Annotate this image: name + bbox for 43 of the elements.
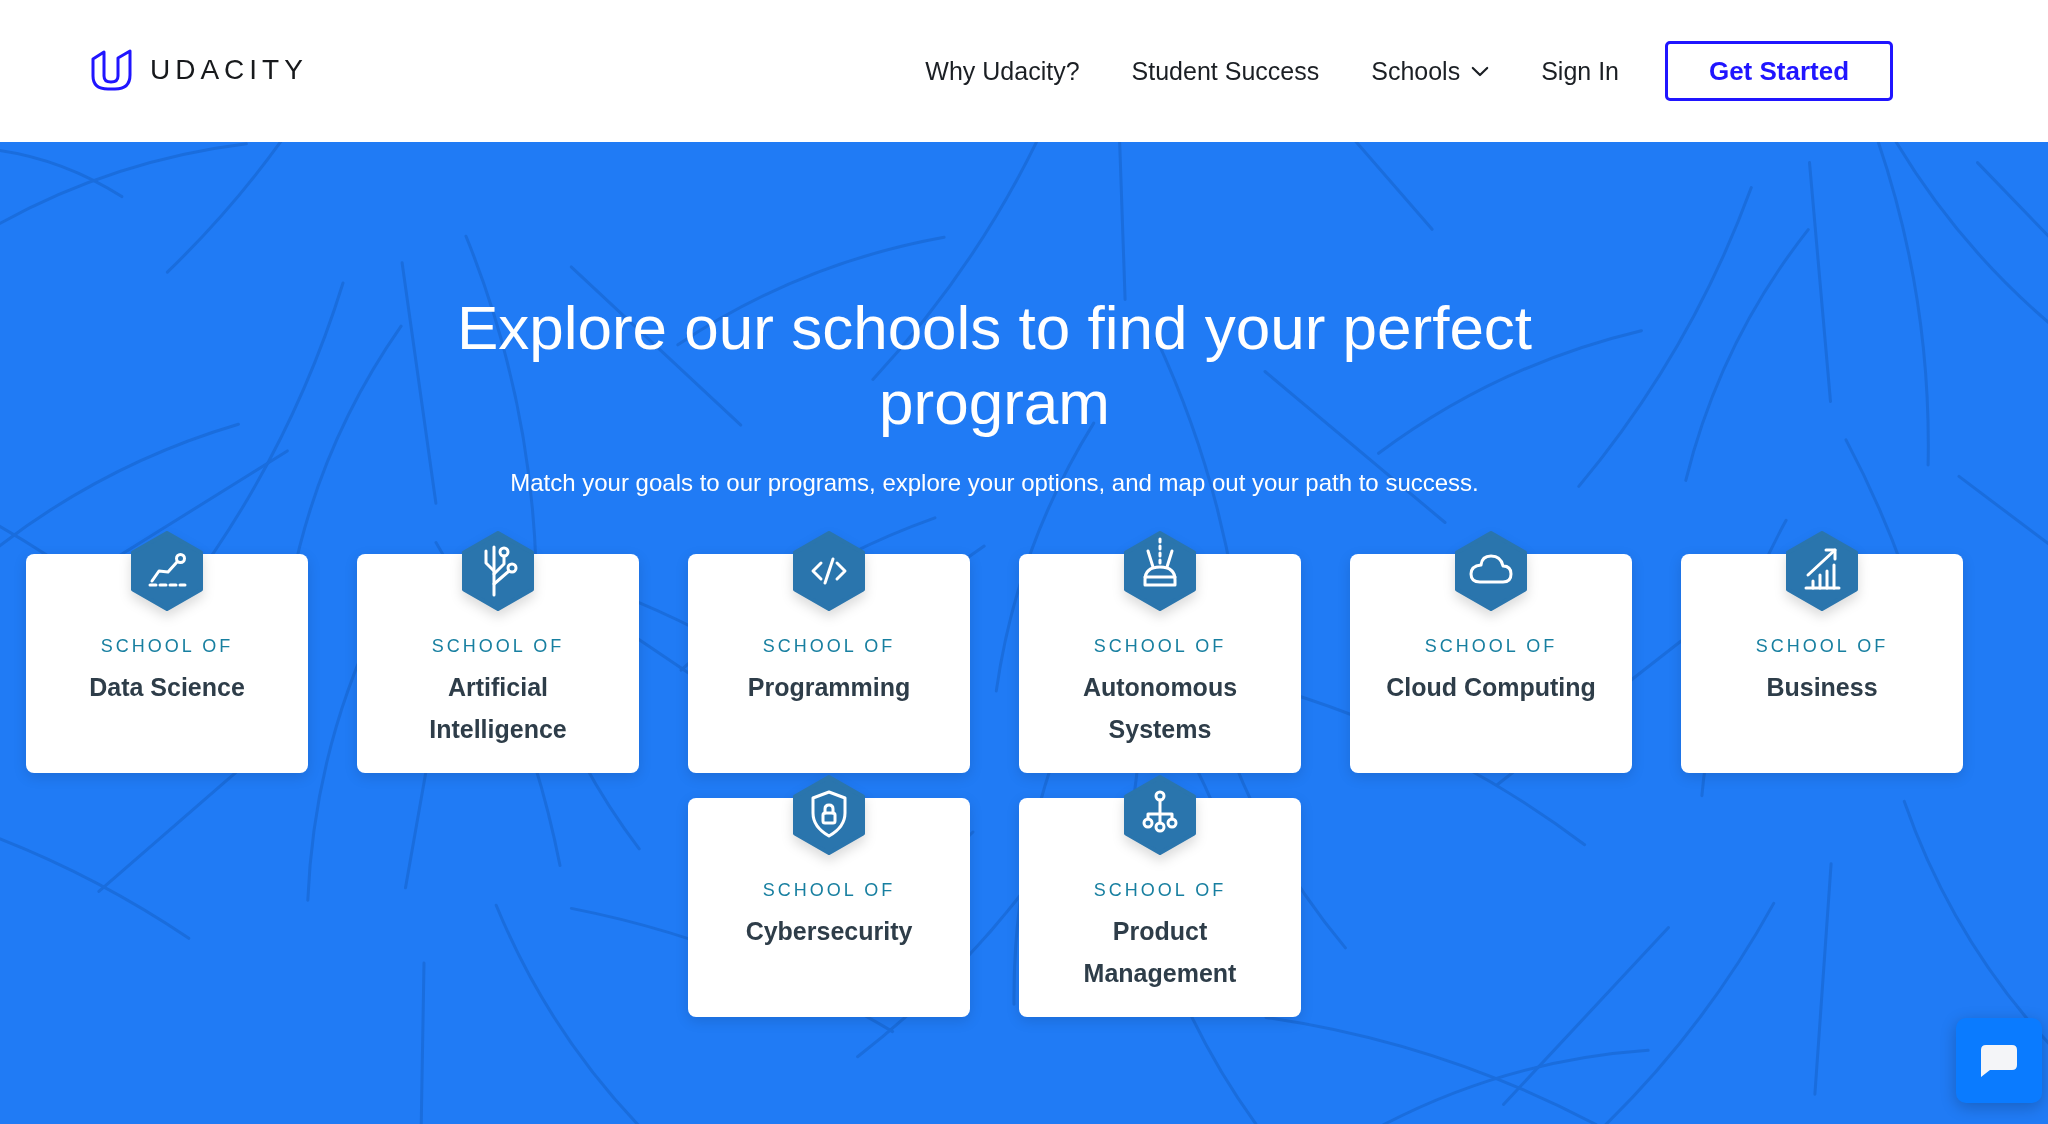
- school-card[interactable]: SCHOOL OF Product Management: [1019, 798, 1301, 1017]
- school-label: SCHOOL OF: [762, 635, 896, 658]
- chart-icon: [130, 531, 204, 611]
- school-name: Data Science: [89, 672, 245, 703]
- school-name: Autonomous Systems: [1081, 672, 1239, 745]
- school-name: Cloud Computing: [1386, 672, 1596, 703]
- code-icon: [792, 531, 866, 611]
- page-subheading: Match your goals to our programs, explore your options, and map out your path to success.: [510, 468, 1479, 498]
- school-card[interactable]: SCHOOL OF Autonomous Systems: [1019, 554, 1301, 773]
- chat-button[interactable]: [1956, 1018, 2042, 1103]
- school-name: Product Management: [1082, 916, 1238, 989]
- school-label: SCHOOL OF: [1755, 635, 1889, 658]
- get-started-button[interactable]: Get Started: [1665, 41, 1893, 101]
- hierarchy-icon: [1123, 775, 1197, 855]
- cloud-icon: [1454, 531, 1528, 611]
- dome-icon: [1123, 531, 1197, 611]
- school-card[interactable]: SCHOOL OF Cybersecurity: [688, 798, 970, 1017]
- bar-chart-icon: [1785, 531, 1859, 611]
- logo-icon: [90, 48, 134, 92]
- school-card[interactable]: SCHOOL OF Data Science: [26, 554, 308, 773]
- school-label: SCHOOL OF: [100, 635, 234, 658]
- school-card[interactable]: SCHOOL OF Programming: [688, 554, 970, 773]
- school-card[interactable]: SCHOOL OF Artificial Intelligence: [357, 554, 639, 773]
- circuit-tree-icon: [461, 531, 535, 611]
- school-card[interactable]: SCHOOL OF Cloud Computing: [1350, 554, 1632, 773]
- school-label: SCHOOL OF: [1093, 635, 1227, 658]
- nav-link[interactable]: Student Success: [1131, 55, 1320, 87]
- school-label: SCHOOL OF: [762, 879, 896, 902]
- nav-dropdown[interactable]: Schools: [1371, 55, 1490, 87]
- nav-link[interactable]: Sign In: [1541, 55, 1619, 87]
- school-card[interactable]: SCHOOL OF Business: [1681, 554, 1963, 773]
- school-name: Cybersecurity: [745, 916, 913, 947]
- chat-bubble-icon: [1980, 1044, 2018, 1077]
- school-label: SCHOOL OF: [431, 635, 565, 658]
- nav-link[interactable]: Why Udacity?: [925, 55, 1080, 87]
- school-name: Artificial Intelligence: [428, 672, 568, 745]
- chevron-down-icon: [1471, 65, 1490, 77]
- school-label: SCHOOL OF: [1093, 879, 1227, 902]
- school-name: Programming: [747, 672, 911, 703]
- brand-name: UDACITY: [150, 54, 308, 86]
- page-heading: Explore our schools to find your perfect program: [455, 292, 1534, 439]
- school-name: Business: [1766, 672, 1878, 703]
- school-label: SCHOOL OF: [1424, 635, 1558, 658]
